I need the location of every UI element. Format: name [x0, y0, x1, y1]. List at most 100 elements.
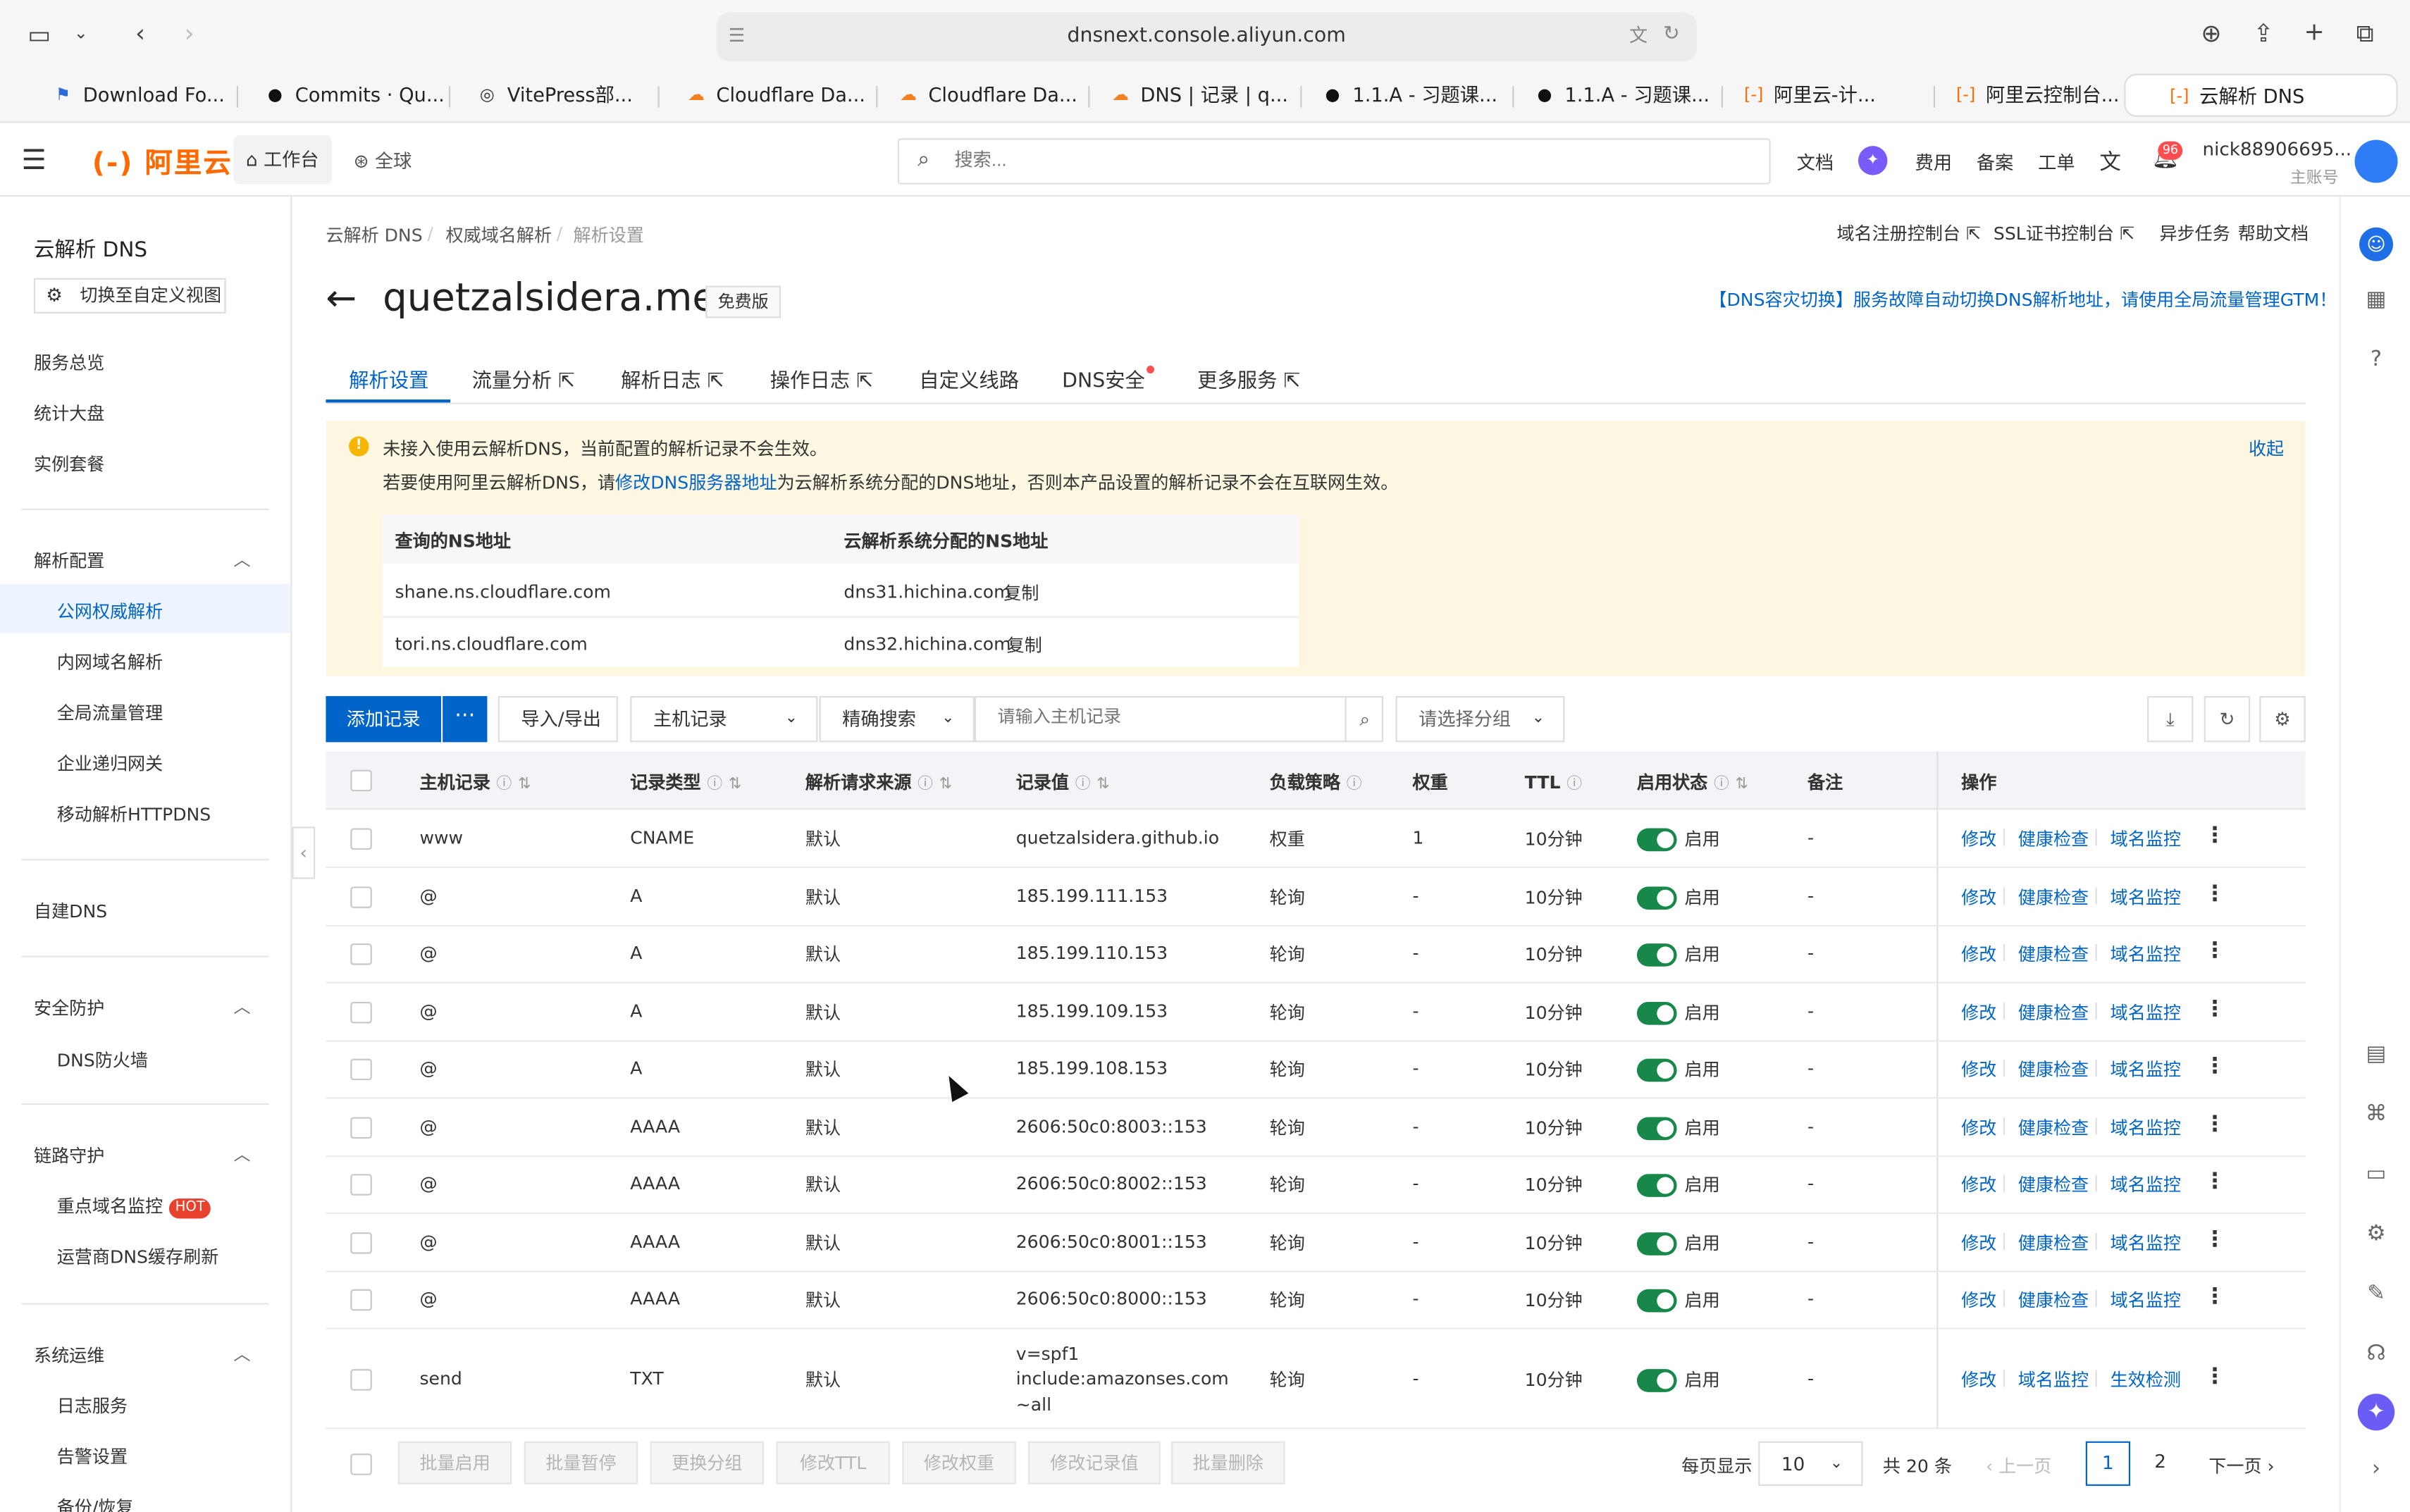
menu-icon[interactable]: ☰	[22, 144, 47, 177]
new-tab-icon[interactable]: +	[2304, 19, 2324, 44]
sidebar-item-dns-firewall[interactable]: DNS防火墙	[57, 1048, 148, 1072]
tab-custom-lines[interactable]: 自定义线路	[919, 364, 1019, 394]
sort-icon[interactable]: ⇅	[518, 776, 531, 793]
health-check-link[interactable]: 健康检查	[2018, 1172, 2089, 1197]
edit-link[interactable]: 修改	[1961, 1115, 1996, 1140]
language-icon[interactable]: 文	[2099, 146, 2121, 177]
edit-link[interactable]: 修改	[1961, 885, 1996, 910]
browser-tab-active[interactable]: [-] 云解析 DNS	[2124, 73, 2398, 117]
status-toggle[interactable]	[1636, 1369, 1677, 1392]
browser-tab[interactable]: ● Commits · Qu...	[255, 74, 445, 117]
more-vert-icon[interactable]: ⋮	[2204, 1054, 2226, 1079]
modify-weight-button[interactable]: 修改权重	[902, 1441, 1016, 1485]
page-button[interactable]: 2	[2138, 1442, 2182, 1486]
effect-check-link[interactable]: 生效检测	[2111, 1368, 2181, 1392]
browser-tab[interactable]: [-] 阿里云-计...	[1734, 74, 1927, 117]
page-button-current[interactable]: 1	[2085, 1441, 2131, 1486]
status-toggle[interactable]	[1636, 1058, 1677, 1082]
back-arrow-icon[interactable]: ←	[326, 280, 357, 316]
edit-link[interactable]: 修改	[1961, 942, 1996, 967]
select-all-checkbox[interactable]	[350, 1454, 372, 1475]
more-vert-icon[interactable]: ⋮	[2204, 1170, 2226, 1194]
sidebar-item-httpdns[interactable]: 移动解析HTTPDNS	[57, 802, 211, 826]
billing-link[interactable]: 费用	[1915, 149, 1952, 175]
status-toggle[interactable]	[1636, 1001, 1677, 1025]
headset-icon[interactable]: ☊	[2364, 1341, 2389, 1366]
edit-link[interactable]: 修改	[1961, 1368, 1996, 1392]
address-bar[interactable]: ☰ dnsnext.console.aliyun.com 文 ↻	[716, 12, 1697, 62]
col-value[interactable]: 记录值 ⓘ ⇅	[1016, 770, 1110, 795]
row-checkbox[interactable]	[350, 943, 372, 965]
row-checkbox[interactable]	[350, 1001, 372, 1024]
ssl-console-link[interactable]: SSL证书控制台 ⇱	[1994, 221, 2134, 246]
sidebar-item-instances[interactable]: 实例套餐	[34, 452, 104, 476]
edit-link[interactable]: 修改	[1961, 1000, 1996, 1025]
health-check-link[interactable]: 健康检查	[2018, 826, 2089, 851]
per-page-select[interactable]: 10 ⌄	[1758, 1441, 1863, 1486]
domain-monitor-link[interactable]: 域名监控	[2111, 942, 2181, 967]
back-icon[interactable]: ‹	[135, 20, 145, 47]
edit-icon[interactable]: ✎	[2364, 1282, 2389, 1306]
status-toggle[interactable]	[1636, 1232, 1677, 1256]
chevron-down-icon[interactable]: ⌄	[74, 25, 88, 42]
more-vert-icon[interactable]: ⋮	[2204, 824, 2226, 848]
health-check-link[interactable]: 健康检查	[2018, 1115, 2089, 1140]
sidebar-item-domain-monitor[interactable]: 重点域名监控 HOT	[57, 1194, 211, 1219]
sidebar-group-resolve[interactable]: 解析配置	[34, 549, 104, 574]
browser-tab[interactable]: ☁ Cloudflare Da...	[889, 74, 1085, 117]
code-icon[interactable]: ⌘	[2364, 1102, 2389, 1127]
tab-more-services[interactable]: 更多服务 ⇱	[1197, 364, 1300, 394]
calculator-icon[interactable]: ▦	[2364, 287, 2389, 312]
bulk-enable-button[interactable]: 批量启用	[397, 1441, 512, 1485]
add-record-button[interactable]: 添加记录	[326, 695, 441, 743]
sort-icon[interactable]: ⇅	[939, 776, 952, 793]
domain-console-link[interactable]: 域名注册控制台 ⇱	[1836, 221, 1981, 246]
browser-tab[interactable]: ● 1.1.A - 习题课...	[1525, 74, 1719, 117]
browser-tab[interactable]: ☁ DNS | 记录 | q...	[1101, 74, 1301, 117]
group-select[interactable]: 请选择分组 ⌄	[1395, 695, 1565, 743]
row-checkbox[interactable]	[350, 886, 372, 908]
modify-value-button[interactable]: 修改记录值	[1028, 1441, 1161, 1485]
sparkle-icon[interactable]: ✦	[2357, 1394, 2395, 1431]
health-check-link[interactable]: 健康检查	[2018, 942, 2089, 967]
col-type[interactable]: 记录类型 ⓘ ⇅	[630, 770, 741, 795]
gear-icon[interactable]: ⚙	[2364, 1222, 2389, 1246]
share-icon[interactable]: ⇪	[2254, 20, 2274, 47]
status-toggle[interactable]	[1636, 828, 1677, 852]
more-vert-icon[interactable]: ⋮	[2204, 882, 2226, 907]
bulk-pause-button[interactable]: 批量暂停	[524, 1441, 638, 1485]
more-vert-icon[interactable]: ⋮	[2204, 1228, 2226, 1253]
settings-button[interactable]: ⚙	[2259, 695, 2306, 743]
search-mode-select[interactable]: 精确搜索 ⌄	[819, 695, 975, 743]
forward-icon[interactable]: ›	[185, 20, 194, 47]
copy-link[interactable]: 复制	[1007, 633, 1042, 658]
icp-link[interactable]: 备案	[1977, 149, 2013, 175]
col-status[interactable]: 启用状态 ⓘ ⇅	[1637, 770, 1748, 795]
edit-link[interactable]: 修改	[1961, 1057, 1996, 1082]
browser-tab[interactable]: ● 1.1.A - 习题课...	[1313, 74, 1513, 117]
health-check-link[interactable]: 健康检查	[2018, 1288, 2089, 1313]
sidebar-group-link[interactable]: 链路守护	[34, 1144, 104, 1168]
chevron-up-icon[interactable]: ︿	[234, 1341, 251, 1366]
more-vert-icon[interactable]: ⋮	[2204, 1284, 2226, 1309]
breadcrumb-item[interactable]: 云解析 DNS	[326, 223, 422, 247]
browser-tab[interactable]: ☁ Cloudflare Da...	[676, 74, 873, 117]
bulk-delete-button[interactable]: 批量删除	[1171, 1441, 1285, 1485]
sidebar-item-cache-refresh[interactable]: 运营商DNS缓存刷新	[57, 1245, 219, 1270]
import-export-button[interactable]: 导入/导出	[498, 695, 618, 743]
sidebar-item-alert-settings[interactable]: 告警设置	[57, 1444, 128, 1469]
col-source[interactable]: 解析请求来源 ⓘ ⇅	[805, 770, 952, 795]
domain-monitor-link[interactable]: 域名监控	[2111, 1288, 2181, 1313]
field-select[interactable]: 主机记录 ⌄	[630, 695, 818, 743]
search-icon[interactable]: ⌕	[1345, 698, 1383, 741]
domain-monitor-link[interactable]: 域名监控	[2111, 885, 2181, 910]
sort-icon[interactable]: ⇅	[1736, 776, 1748, 793]
domain-monitor-link[interactable]: 域名监控	[2111, 1000, 2181, 1025]
health-check-link[interactable]: 健康检查	[2018, 885, 2089, 910]
help-docs-link[interactable]: 帮助文档	[2238, 221, 2309, 246]
col-host[interactable]: 主机记录 ⓘ ⇅	[419, 770, 531, 795]
console-search-input[interactable]	[954, 149, 1569, 171]
chevron-up-icon[interactable]: ︿	[234, 994, 251, 1019]
status-toggle[interactable]	[1636, 943, 1677, 967]
sidebar-item-recursive-gateway[interactable]: 企业递归网关	[57, 751, 163, 776]
